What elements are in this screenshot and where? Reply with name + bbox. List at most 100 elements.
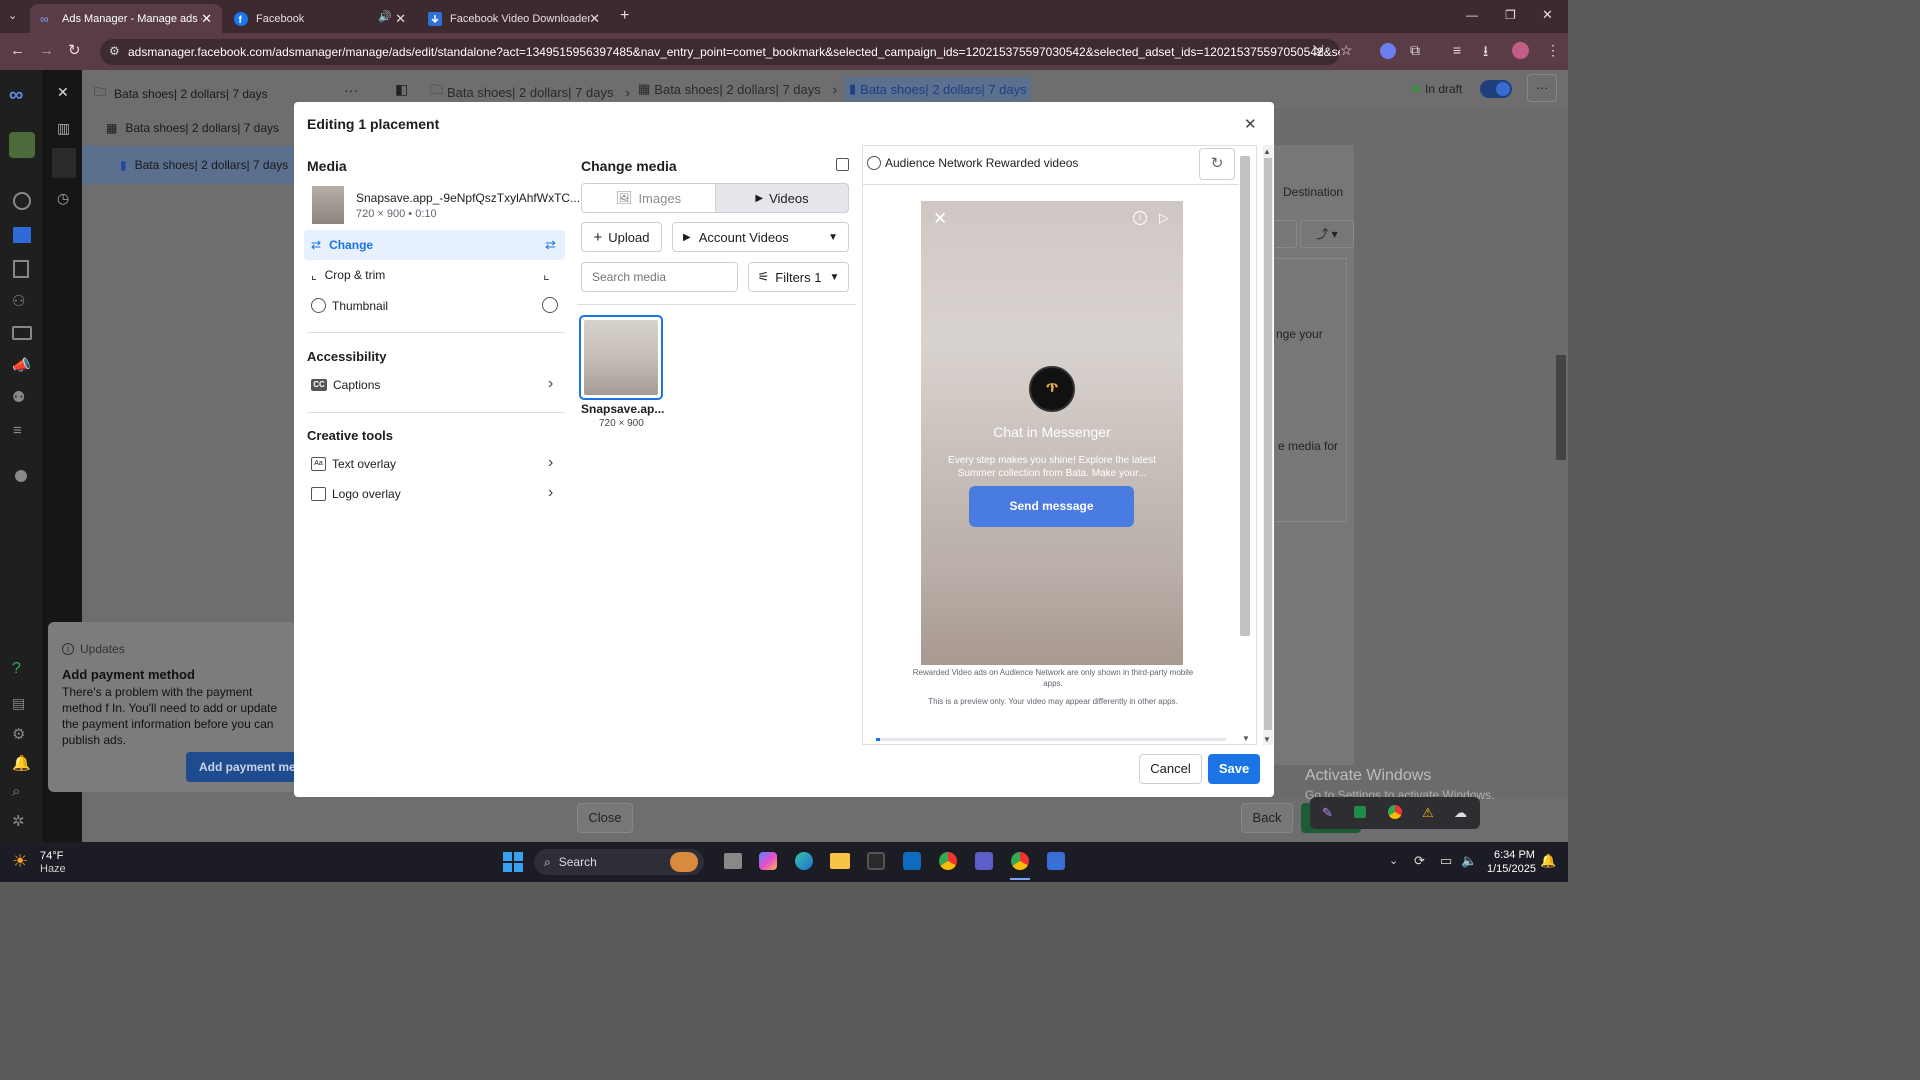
- advertise-icon[interactable]: 📣: [12, 356, 31, 374]
- breadcrumb-campaign[interactable]: 🗀 Bata shoes| 2 dollars| 7 days ›: [430, 81, 630, 103]
- send-message-button[interactable]: Send message: [969, 486, 1134, 527]
- swap-icon[interactable]: ⇄: [545, 237, 556, 253]
- search-media-input[interactable]: [581, 262, 738, 292]
- tab-images[interactable]: 🖼 Images: [581, 183, 716, 213]
- info-icon[interactable]: i: [1133, 211, 1147, 225]
- all-tools-icon[interactable]: ≡: [13, 422, 22, 439]
- text-overlay-row[interactable]: Aa Text overlay: [311, 457, 396, 471]
- volume-muted-icon[interactable]: 🔈: [1461, 853, 1477, 869]
- install-app-icon[interactable]: ⇲: [1312, 42, 1324, 59]
- billing-icon[interactable]: [12, 326, 32, 340]
- panel-toggle-icon[interactable]: [836, 158, 849, 171]
- audiences-icon[interactable]: ⚇: [12, 292, 25, 310]
- breadcrumb-ad[interactable]: ▮ Bata shoes| 2 dollars| 7 days: [845, 77, 1031, 101]
- account-avatar[interactable]: [9, 132, 35, 158]
- close-window-icon[interactable]: ✕: [1542, 7, 1553, 23]
- forward-icon[interactable]: →: [39, 42, 54, 59]
- chrome-icon[interactable]: [1388, 805, 1402, 819]
- close-editor-icon[interactable]: ✕: [57, 84, 69, 101]
- play-outline-icon[interactable]: ▷: [1159, 210, 1169, 226]
- refresh-preview-button[interactable]: ↻: [1199, 148, 1235, 180]
- notification-bell-icon[interactable]: 🔔: [1540, 853, 1556, 869]
- speaker-icon[interactable]: 🔊: [378, 10, 392, 23]
- tab-videos[interactable]: ▶ Videos: [715, 183, 849, 213]
- chevron-right-icon[interactable]: ›: [548, 375, 553, 393]
- search-icon[interactable]: ⌕: [12, 783, 20, 800]
- settings-gear-icon[interactable]: ⚙: [12, 725, 25, 743]
- crop-icon[interactable]: ⌞: [543, 266, 550, 283]
- profile-avatar[interactable]: [1512, 42, 1529, 59]
- teams-icon[interactable]: [975, 852, 993, 870]
- meta-logo-icon[interactable]: ∞: [9, 84, 23, 107]
- tab-video-downloader[interactable]: Facebook Video Downloader - I ✕: [418, 4, 610, 33]
- toggle-panel-icon[interactable]: ◧: [395, 81, 408, 98]
- new-tab-icon[interactable]: +: [620, 7, 629, 25]
- share-dropdown[interactable]: ⤴ ▾: [1300, 220, 1354, 248]
- file-explorer-icon[interactable]: [830, 853, 850, 869]
- page-scrollbar[interactable]: [1556, 355, 1566, 460]
- media-controls-icon[interactable]: ≡: [1453, 42, 1461, 58]
- upload-button[interactable]: + Upload: [581, 222, 662, 252]
- close-tab-icon[interactable]: ✕: [589, 11, 600, 27]
- close-dialog-icon[interactable]: ✕: [1244, 115, 1257, 133]
- taskbar-search-box[interactable]: ⌕ Search: [534, 849, 704, 875]
- tree-adset[interactable]: ▦ Bata shoes| 2 dollars| 7 days: [106, 121, 279, 135]
- windows-start-icon[interactable]: [503, 852, 523, 872]
- app-icon[interactable]: [1354, 806, 1366, 818]
- tray-chevron-icon[interactable]: ⌄: [1389, 854, 1398, 867]
- expand-preview-button[interactable]: [1273, 220, 1297, 248]
- warning-shield-icon[interactable]: ⚠: [1422, 805, 1434, 821]
- filters-dropdown[interactable]: ⚟ Filters 1 ▼: [748, 262, 849, 292]
- pen-icon[interactable]: ✎: [1322, 805, 1333, 821]
- bug-report-icon[interactable]: ✲: [12, 812, 25, 830]
- bookmark-star-icon[interactable]: ☆: [1340, 42, 1353, 59]
- store-icon[interactable]: [867, 852, 885, 870]
- close-tab-icon[interactable]: ✕: [395, 11, 406, 27]
- more-actions-button[interactable]: ···: [1527, 74, 1557, 102]
- extension-icon[interactable]: [1380, 43, 1396, 59]
- tab-facebook[interactable]: f Facebook 🔊 ✕: [224, 4, 416, 33]
- back-icon[interactable]: ←: [10, 42, 25, 59]
- notifications-bell-icon[interactable]: 🔔: [12, 754, 31, 772]
- logo-overlay-row[interactable]: Logo overlay: [311, 487, 401, 501]
- chrome-active-icon[interactable]: [1011, 852, 1029, 870]
- chart-icon[interactable]: ▥: [57, 120, 70, 137]
- weather-icon[interactable]: ☀: [12, 851, 28, 872]
- breadcrumb-adset[interactable]: ▦ Bata shoes| 2 dollars| 7 days ›: [638, 81, 837, 97]
- copilot-icon[interactable]: [759, 852, 777, 870]
- add-payment-button[interactable]: Add payment met: [186, 752, 296, 782]
- extensions-puzzle-icon[interactable]: ⧉: [1410, 42, 1420, 59]
- downloader-app-icon[interactable]: [1047, 852, 1065, 870]
- edit-pencil-icon[interactable]: [52, 148, 76, 178]
- account-videos-dropdown[interactable]: ▶ Account Videos ▼: [672, 222, 849, 252]
- back-button[interactable]: Back: [1241, 803, 1293, 833]
- chevron-right-icon[interactable]: ›: [548, 454, 553, 472]
- chevron-right-icon[interactable]: ›: [548, 484, 553, 502]
- restore-icon[interactable]: ❐: [1505, 8, 1516, 22]
- preview-scrollbar[interactable]: [1240, 156, 1250, 636]
- edge-icon[interactable]: [795, 852, 813, 870]
- tree-campaign[interactable]: 🗀 Bata shoes| 2 dollars| 7 days: [94, 83, 268, 104]
- history-icon[interactable]: ◷: [57, 190, 69, 207]
- expand-icon[interactable]: [15, 470, 27, 482]
- tree-ad[interactable]: ▮ Bata shoes| 2 dollars| 7 days: [120, 158, 288, 172]
- close-tab-icon[interactable]: ✕: [201, 11, 212, 27]
- change-action[interactable]: ⇄ Change: [311, 238, 373, 252]
- cancel-button[interactable]: Cancel: [1139, 754, 1202, 784]
- scroll-down-arrow-icon[interactable]: ▼: [1263, 735, 1271, 744]
- task-view-icon[interactable]: [724, 853, 742, 869]
- reload-icon[interactable]: ↻: [68, 41, 81, 59]
- tab-ads-manager[interactable]: ∞ Ads Manager - Manage ads - A ✕: [30, 4, 222, 33]
- more-options-icon[interactable]: ···: [344, 82, 358, 98]
- news-icon[interactable]: ▤: [12, 695, 25, 712]
- ad-toggle[interactable]: [1480, 80, 1512, 98]
- scroll-down-arrow-icon[interactable]: ▼: [1242, 734, 1250, 743]
- cloud-off-icon[interactable]: ☁: [1454, 805, 1467, 821]
- minimize-icon[interactable]: —: [1466, 8, 1478, 22]
- thumbnail-action[interactable]: Thumbnail: [311, 298, 388, 313]
- campaigns-table-icon[interactable]: [13, 227, 31, 243]
- outlook-icon[interactable]: [903, 852, 921, 870]
- save-button[interactable]: Save: [1208, 754, 1260, 784]
- dashboard-icon[interactable]: [13, 192, 31, 210]
- dialog-scrollbar-thumb[interactable]: [1264, 158, 1272, 730]
